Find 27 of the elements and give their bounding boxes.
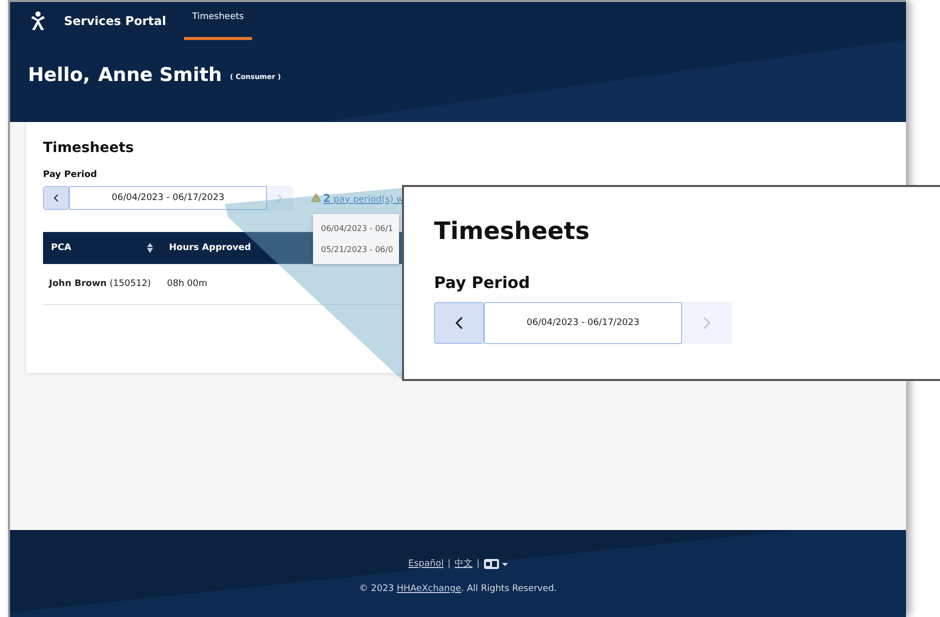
warning-icon bbox=[311, 193, 321, 203]
user-name: Anne Smith bbox=[98, 64, 222, 86]
table-cell-text: 08h 00m bbox=[166, 279, 208, 289]
pay-period-label: Pay Period bbox=[434, 273, 530, 292]
pay-period-field[interactable]: 06/04/2023 - 06/17/2023 bbox=[484, 302, 682, 344]
pay-period-field[interactable]: 06/04/2023 - 06/17/2023 bbox=[69, 186, 267, 210]
dropdown-item[interactable]: 05/21/2023 - 06/0 bbox=[313, 239, 399, 260]
logo-icon bbox=[30, 11, 46, 31]
separator: | bbox=[448, 558, 451, 568]
pay-period-label: Pay Period bbox=[43, 170, 97, 180]
previous-button[interactable] bbox=[434, 302, 484, 344]
portal-title: Services Portal bbox=[64, 14, 166, 28]
sort-icon[interactable] bbox=[147, 243, 153, 253]
table-cell-text: John Brown (150512) bbox=[48, 279, 152, 289]
language-icon[interactable] bbox=[484, 558, 508, 568]
column-header[interactable]: PCA bbox=[51, 243, 72, 253]
company-link[interactable]: HHAeXchange bbox=[396, 584, 462, 594]
card-title: Timesheets bbox=[43, 140, 134, 156]
greeting-text: Hello, bbox=[28, 64, 90, 86]
language-link[interactable]: 中文 bbox=[454, 557, 473, 570]
column-header[interactable]: Hours Approved bbox=[169, 243, 251, 253]
copyright-text: © 2023 HHAeXchange. All Rights Reserved. bbox=[359, 584, 557, 594]
language-link[interactable]: Español bbox=[408, 558, 444, 568]
card-title: Timesheets bbox=[434, 217, 590, 245]
previous-button[interactable] bbox=[43, 186, 69, 210]
dropdown-item[interactable]: 06/04/2023 - 06/1 bbox=[313, 218, 399, 239]
separator: | bbox=[476, 558, 480, 568]
